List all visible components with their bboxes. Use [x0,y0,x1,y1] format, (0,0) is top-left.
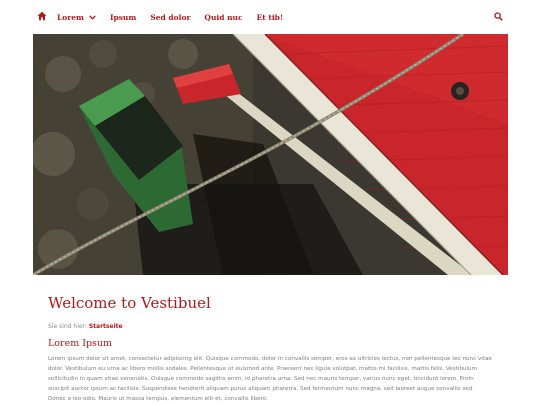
home-icon[interactable] [37,11,47,21]
nav-item-lorem[interactable]: Lorem [57,13,96,22]
breadcrumb-prefix: Sie sind hier: [48,323,87,330]
breadcrumb: Sie sind hier: Startseite [48,322,493,331]
search-icon[interactable] [494,12,503,21]
nav-item-label: Lorem [57,12,84,22]
chevron-down-icon [89,14,96,20]
nav-item-ipsum[interactable]: Ipsum [110,13,136,22]
body-paragraph: Lorem ipsum dolor sit amet, consectetur … [48,356,492,402]
breadcrumb-link-home[interactable]: Startseite [89,323,123,330]
nav-item-label: Ipsum [109,12,137,22]
section-title: Lorem Ipsum [48,338,113,349]
page-title: Welcome to Vestibuel [48,294,211,312]
nav-item-et-tib[interactable]: Et tib! [257,13,284,22]
nav-item-label: Et tib! [256,12,284,22]
top-navigation: Lorem Ipsum Sed dolor Quid nuc Et tib! [0,0,540,34]
hero-image [33,34,508,275]
main-content: Welcome to Vestibuel Sie sind hier: Star… [48,290,493,404]
nav-item-label: Quid nuc [204,12,243,22]
nav-item-sed-dolor[interactable]: Sed dolor [150,13,190,22]
boat-bow-photo [33,34,508,275]
nav-item-quid-nuc[interactable]: Quid nuc [204,13,242,22]
nav-menu: Lorem Ipsum Sed dolor Quid nuc Et tib! [57,0,297,34]
nav-item-label: Sed dolor [150,12,191,22]
